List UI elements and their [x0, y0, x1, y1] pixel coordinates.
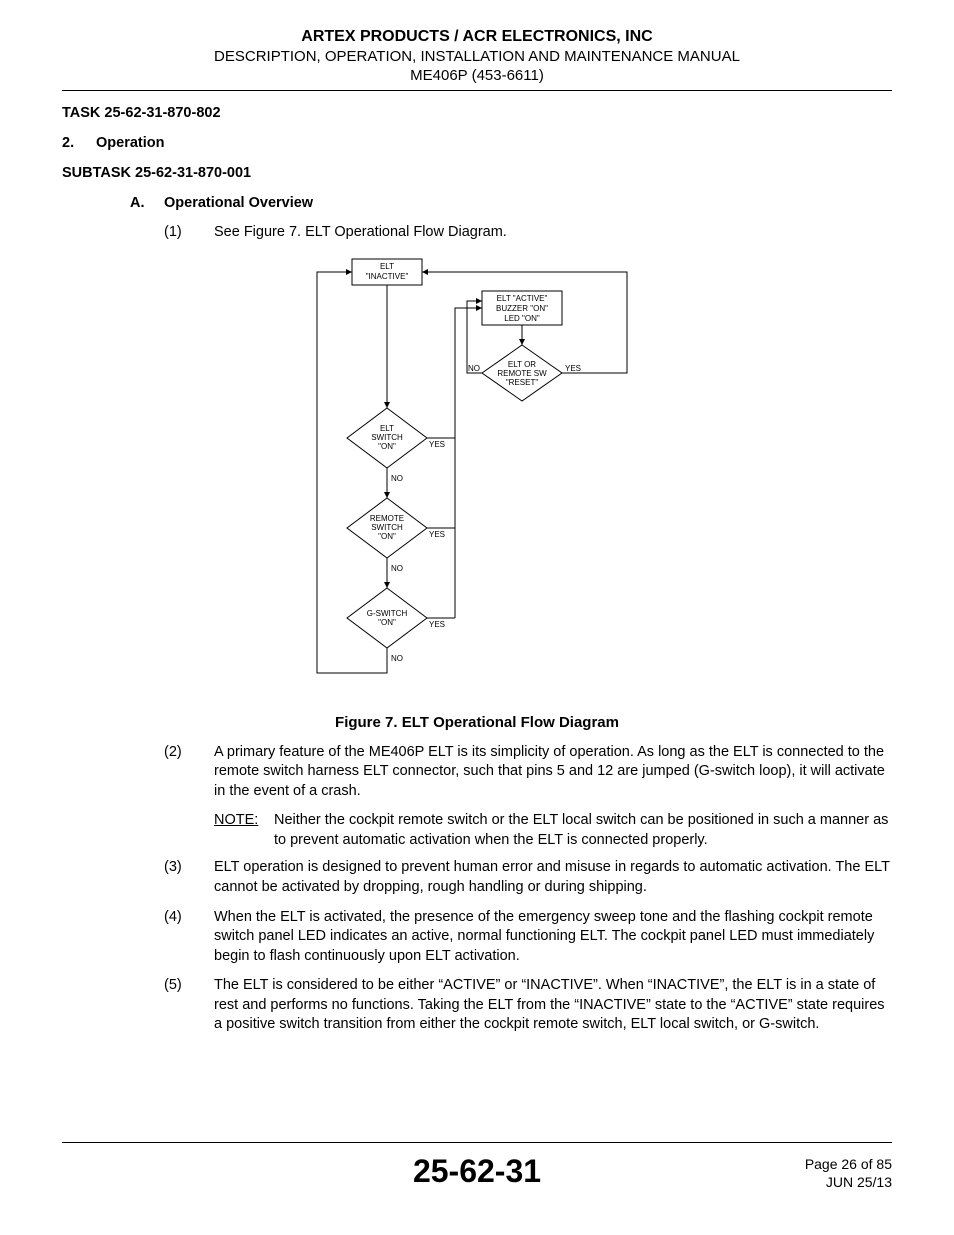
paragraph-2: (2) A primary feature of the ME406P ELT … [164, 743, 892, 802]
svg-text:YES: YES [429, 530, 445, 539]
para-num: (5) [164, 976, 214, 1035]
svg-text:"INACTIVE": "INACTIVE" [366, 272, 409, 281]
svg-text:SWITCH: SWITCH [371, 433, 403, 442]
task-heading: TASK 25-62-31-870-802 [62, 105, 892, 121]
header-model: ME406P (453-6611) [62, 67, 892, 84]
document-footer: 25-62-31 Page 26 of 85 JUN 25/13 [62, 1142, 892, 1201]
subsection-title: Operational Overview [164, 195, 313, 211]
figure-caption: Figure 7. ELT Operational Flow Diagram [62, 714, 892, 731]
svg-text:NO: NO [468, 364, 480, 373]
footer-rule [62, 1142, 892, 1143]
header-rule [62, 90, 892, 91]
svg-text:ELT "ACTIVE": ELT "ACTIVE" [497, 294, 548, 303]
flow-diagram-svg: .bx{fill:#fff;stroke:#000;stroke-width:1… [297, 253, 657, 693]
para-num: (4) [164, 908, 214, 967]
svg-text:REMOTE SW: REMOTE SW [497, 369, 547, 378]
svg-text:BUZZER "ON": BUZZER "ON" [496, 304, 548, 313]
note-label: NOTE: [214, 811, 274, 850]
svg-text:G-SWITCH: G-SWITCH [367, 609, 408, 618]
svg-text:LED "ON": LED "ON" [504, 314, 540, 323]
header-company: ARTEX PRODUCTS / ACR ELECTRONICS, INC [62, 28, 892, 46]
svg-text:NO: NO [391, 564, 403, 573]
svg-text:SWITCH: SWITCH [371, 523, 403, 532]
subtask-heading: SUBTASK 25-62-31-870-001 [62, 165, 892, 181]
para-text: The ELT is considered to be either “ACTI… [214, 976, 892, 1035]
section-title: Operation [96, 135, 164, 151]
header-description: DESCRIPTION, OPERATION, INSTALLATION AND… [62, 48, 892, 65]
para-text: ELT operation is designed to prevent hum… [214, 858, 892, 897]
section-number: 2. [62, 135, 96, 151]
para-num: (3) [164, 858, 214, 897]
footer-chapter: 25-62-31 [413, 1153, 541, 1190]
svg-text:ELT OR: ELT OR [508, 360, 536, 369]
svg-text:"ON": "ON" [378, 618, 396, 627]
subsection-letter: A. [130, 195, 164, 211]
note-block: NOTE: Neither the cockpit remote switch … [214, 811, 892, 850]
footer-page: Page 26 of 85 [805, 1155, 892, 1173]
footer-date: JUN 25/13 [805, 1173, 892, 1191]
svg-text:"ON": "ON" [378, 442, 396, 451]
svg-text:YES: YES [429, 620, 445, 629]
paragraph-3: (3) ELT operation is designed to prevent… [164, 858, 892, 897]
para-text: See Figure 7. ELT Operational Flow Diagr… [214, 223, 892, 243]
para-num: (1) [164, 223, 214, 243]
svg-text:"RESET": "RESET" [506, 378, 539, 387]
section-heading: 2. Operation [62, 135, 892, 151]
svg-text:YES: YES [429, 440, 445, 449]
paragraph-1: (1) See Figure 7. ELT Operational Flow D… [164, 223, 892, 243]
svg-text:NO: NO [391, 654, 403, 663]
note-text: Neither the cockpit remote switch or the… [274, 811, 892, 850]
svg-text:ELT: ELT [380, 262, 394, 271]
figure-7-flow-diagram: .bx{fill:#fff;stroke:#000;stroke-width:1… [62, 253, 892, 698]
paragraph-5: (5) The ELT is considered to be either “… [164, 976, 892, 1035]
subsection-heading: A. Operational Overview [130, 195, 892, 211]
svg-text:YES: YES [565, 364, 581, 373]
svg-text:"ON": "ON" [378, 532, 396, 541]
para-num: (2) [164, 743, 214, 802]
paragraph-4: (4) When the ELT is activated, the prese… [164, 908, 892, 967]
svg-text:REMOTE: REMOTE [370, 514, 404, 523]
para-text: When the ELT is activated, the presence … [214, 908, 892, 967]
para-text: A primary feature of the ME406P ELT is i… [214, 743, 892, 802]
svg-text:NO: NO [391, 474, 403, 483]
document-header: ARTEX PRODUCTS / ACR ELECTRONICS, INC DE… [62, 28, 892, 84]
svg-text:ELT: ELT [380, 424, 394, 433]
